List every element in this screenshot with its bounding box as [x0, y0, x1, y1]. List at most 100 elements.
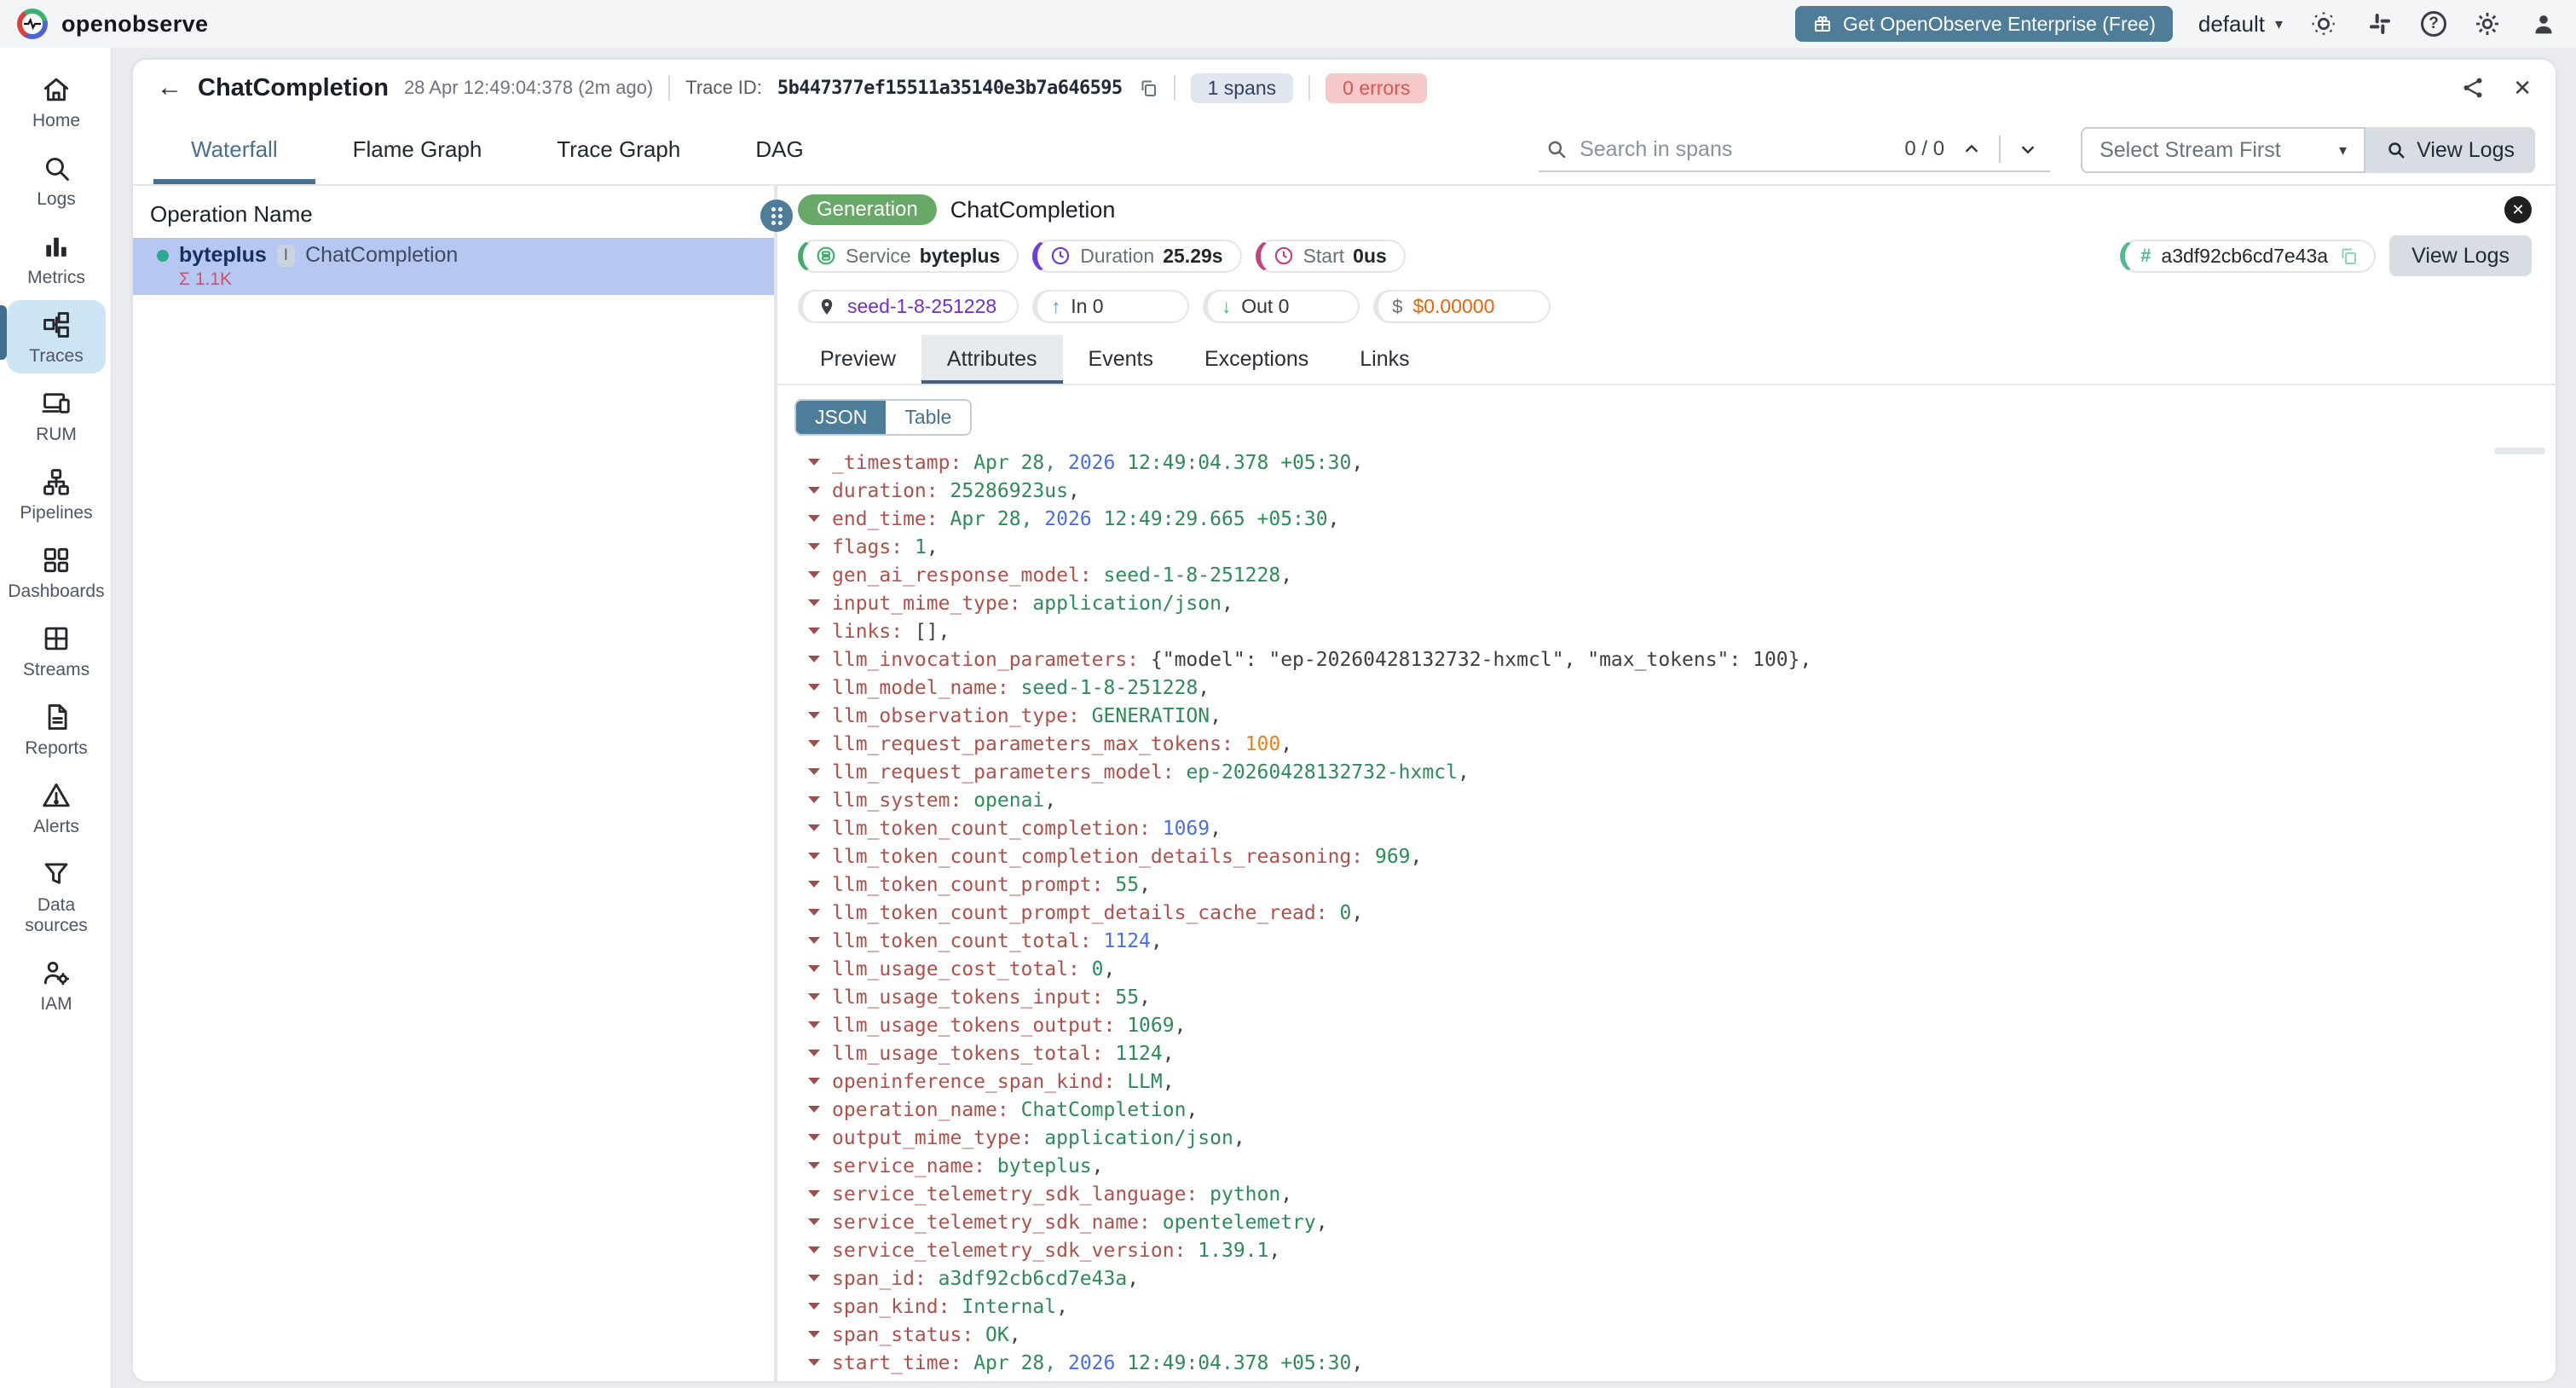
attribute-end_time[interactable]: end_time: Apr 28, 2026 12:49:29.665 +05:… [808, 506, 2556, 534]
attribute-llm_token_count_prompt[interactable]: llm_token_count_prompt: 55, [808, 871, 2556, 899]
collapse-caret-icon[interactable] [808, 487, 820, 494]
tab-dag[interactable]: DAG [718, 116, 840, 184]
help-icon[interactable]: ? [2421, 11, 2446, 37]
org-selector[interactable]: default ▾ [2198, 11, 2283, 38]
sidebar-item-streams[interactable]: Streams [7, 614, 106, 687]
collapse-caret-icon[interactable] [808, 824, 820, 831]
sidebar-item-pipelines[interactable]: Pipelines [7, 457, 106, 530]
collapse-caret-icon[interactable] [808, 656, 820, 662]
sidebar-item-home[interactable]: Home [7, 65, 106, 138]
detail-tab-attributes[interactable]: Attributes [921, 335, 1063, 384]
attribute-llm_request_parameters_max_tokens[interactable]: llm_request_parameters_max_tokens: 100, [808, 731, 2556, 759]
prev-match-button[interactable] [1956, 134, 1987, 165]
tab-flame-graph[interactable]: Flame Graph [315, 116, 520, 184]
collapse-caret-icon[interactable] [808, 881, 820, 888]
collapse-caret-icon[interactable] [808, 1162, 820, 1169]
collapse-caret-icon[interactable] [808, 1190, 820, 1197]
next-match-button[interactable] [2013, 134, 2043, 165]
copy-icon[interactable] [2338, 246, 2359, 266]
attribute-service_telemetry_sdk_language[interactable]: service_telemetry_sdk_language: python, [808, 1181, 2556, 1209]
collapse-caret-icon[interactable] [808, 1050, 820, 1056]
user-icon[interactable] [2528, 9, 2559, 39]
close-details-icon[interactable]: ✕ [2504, 196, 2532, 223]
attribute-service_telemetry_sdk_version[interactable]: service_telemetry_sdk_version: 1.39.1, [808, 1237, 2556, 1265]
collapse-caret-icon[interactable] [808, 599, 820, 606]
collapse-caret-icon[interactable] [808, 993, 820, 1000]
collapse-caret-icon[interactable] [808, 909, 820, 916]
attribute-service_telemetry_sdk_name[interactable]: service_telemetry_sdk_name: opentelemetr… [808, 1209, 2556, 1237]
sidebar-item-alerts[interactable]: Alerts [7, 771, 106, 844]
sidebar-item-dashboards[interactable]: Dashboards [7, 535, 106, 609]
collapse-caret-icon[interactable] [808, 740, 820, 747]
share-icon[interactable] [2460, 75, 2486, 101]
tab-trace-graph[interactable]: Trace Graph [519, 116, 718, 184]
sidebar-item-rum[interactable]: RUM [7, 379, 106, 452]
sidebar-item-metrics[interactable]: Metrics [7, 222, 106, 295]
view-logs-button[interactable]: View Logs [2389, 235, 2532, 276]
attribute-operation_name[interactable]: operation_name: ChatCompletion, [808, 1096, 2556, 1125]
sidebar-item-traces[interactable]: Traces [0, 300, 106, 373]
attribute-openinference_span_kind[interactable]: openinference_span_kind: LLM, [808, 1068, 2556, 1096]
tab-waterfall[interactable]: Waterfall [153, 116, 315, 184]
collapse-caret-icon[interactable] [808, 1134, 820, 1141]
attribute-service_name[interactable]: service_name: byteplus, [808, 1153, 2556, 1181]
attribute-llm_system[interactable]: llm_system: openai, [808, 787, 2556, 815]
collapse-caret-icon[interactable] [808, 1275, 820, 1281]
collapse-caret-icon[interactable] [808, 1359, 820, 1366]
attribute-llm_token_count_completion[interactable]: llm_token_count_completion: 1069, [808, 815, 2556, 843]
slack-icon[interactable] [2365, 9, 2395, 39]
settings-icon[interactable] [2472, 9, 2503, 39]
format-option-json[interactable]: JSON [796, 401, 887, 434]
attribute-span_status[interactable]: span_status: OK, [808, 1321, 2556, 1350]
collapse-caret-icon[interactable] [808, 459, 820, 466]
attribute-llm_request_parameters_model[interactable]: llm_request_parameters_model: ep-2026042… [808, 759, 2556, 787]
attribute-_timestamp[interactable]: _timestamp: Apr 28, 2026 12:49:04.378 +0… [808, 449, 2556, 477]
pane-resize-handle[interactable] [760, 200, 793, 232]
collapse-caret-icon[interactable] [808, 1106, 820, 1113]
search-in-spans-input[interactable] [1580, 136, 1893, 162]
attribute-span_kind[interactable]: span_kind: Internal, [808, 1293, 2556, 1321]
collapse-caret-icon[interactable] [808, 543, 820, 550]
collapse-caret-icon[interactable] [808, 627, 820, 634]
collapse-caret-icon[interactable] [808, 1218, 820, 1225]
copy-icon[interactable] [1138, 78, 1158, 98]
format-option-table[interactable]: Table [886, 401, 971, 434]
detail-tab-exceptions[interactable]: Exceptions [1179, 335, 1334, 384]
attribute-llm_model_name[interactable]: llm_model_name: seed-1-8-251228, [808, 674, 2556, 703]
collapse-caret-icon[interactable] [808, 1246, 820, 1253]
scrollbar-thumb[interactable] [2494, 448, 2545, 454]
attribute-duration[interactable]: duration: 25286923us, [808, 477, 2556, 506]
view-logs-toolbar-button[interactable]: View Logs [2365, 127, 2535, 173]
attribute-llm_invocation_parameters[interactable]: llm_invocation_parameters: {"model": "ep… [808, 646, 2556, 674]
sidebar-item-iam[interactable]: IAM [7, 948, 106, 1021]
collapse-caret-icon[interactable] [808, 515, 820, 522]
stream-select-dropdown[interactable]: Select Stream First ▾ [2081, 127, 2366, 173]
collapse-caret-icon[interactable] [808, 937, 820, 944]
attribute-output_mime_type[interactable]: output_mime_type: application/json, [808, 1125, 2556, 1153]
collapse-caret-icon[interactable] [808, 1078, 820, 1084]
collapse-caret-icon[interactable] [808, 965, 820, 972]
collapse-caret-icon[interactable] [808, 571, 820, 578]
collapse-caret-icon[interactable] [808, 712, 820, 719]
attribute-llm_observation_type[interactable]: llm_observation_type: GENERATION, [808, 703, 2556, 731]
sidebar-item-data-sources[interactable]: Data sources [7, 849, 106, 943]
attribute-llm_usage_tokens_input[interactable]: llm_usage_tokens_input: 55, [808, 984, 2556, 1012]
collapse-caret-icon[interactable] [808, 853, 820, 859]
attribute-llm_token_count_total[interactable]: llm_token_count_total: 1124, [808, 928, 2556, 956]
attribute-llm_token_count_completion_details_reasoning[interactable]: llm_token_count_completion_details_reaso… [808, 843, 2556, 871]
attribute-flags[interactable]: flags: 1, [808, 534, 2556, 562]
collapse-caret-icon[interactable] [808, 684, 820, 691]
detail-tab-events[interactable]: Events [1063, 335, 1179, 384]
span-row-byteplus[interactable]: byteplus I ChatCompletion Σ 1.1K [133, 238, 774, 295]
close-icon[interactable]: ✕ [2513, 75, 2532, 101]
attribute-gen_ai_response_model[interactable]: gen_ai_response_model: seed-1-8-251228, [808, 562, 2556, 590]
attribute-input_mime_type[interactable]: input_mime_type: application/json, [808, 590, 2556, 618]
get-enterprise-button[interactable]: Get OpenObserve Enterprise (Free) [1795, 6, 2173, 42]
attributes-json-view[interactable]: _timestamp: Apr 28, 2026 12:49:04.378 +0… [777, 444, 2556, 1381]
back-button[interactable]: ← [157, 73, 182, 102]
detail-tab-preview[interactable]: Preview [794, 335, 921, 384]
collapse-caret-icon[interactable] [808, 1331, 820, 1338]
attribute-llm_usage_tokens_total[interactable]: llm_usage_tokens_total: 1124, [808, 1040, 2556, 1068]
attribute-llm_usage_tokens_output[interactable]: llm_usage_tokens_output: 1069, [808, 1012, 2556, 1040]
detail-tab-links[interactable]: Links [1334, 335, 1435, 384]
